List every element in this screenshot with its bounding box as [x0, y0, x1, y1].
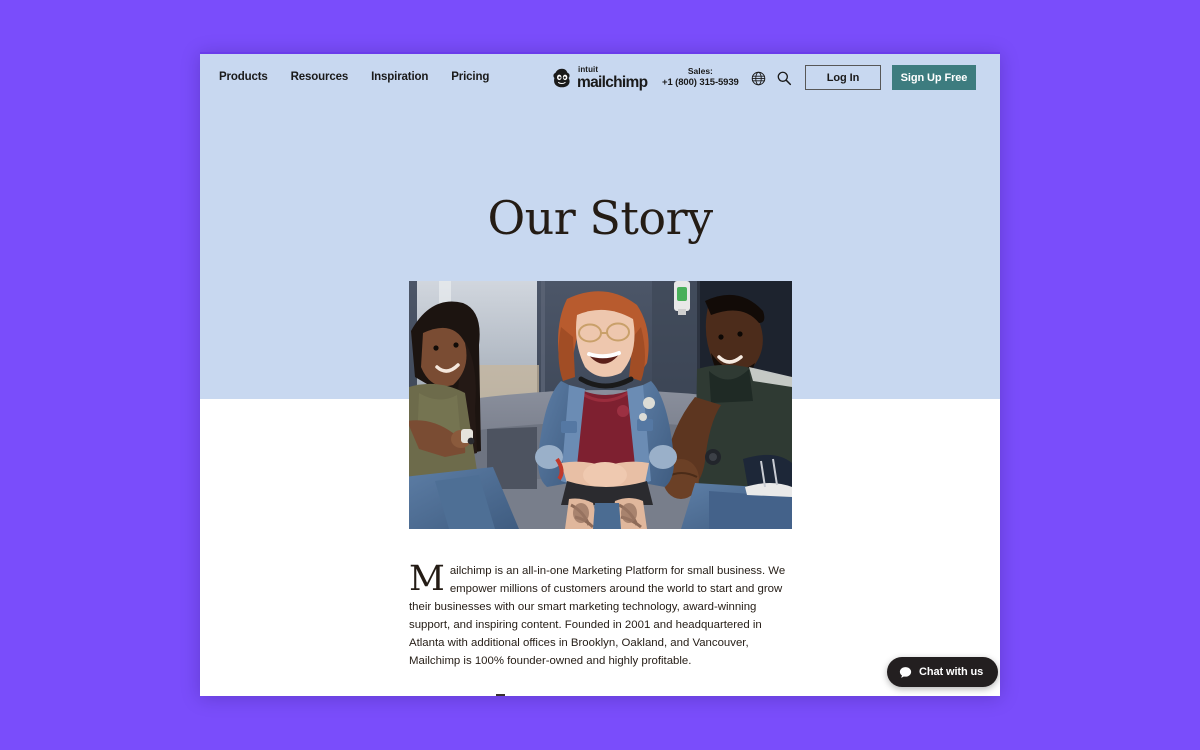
nav-link-inspiration[interactable]: Inspiration: [371, 71, 428, 83]
hero-photo: [409, 281, 792, 529]
below-fold-content-sliver: [496, 694, 505, 696]
page-title: Our Story: [487, 191, 713, 245]
hero-photo-illustration: [409, 281, 792, 529]
search-icon[interactable]: [776, 70, 792, 86]
freddie-monkey-icon: [553, 68, 570, 88]
browser-page-card: Products Resources Inspiration Pricing i…: [200, 52, 1000, 696]
signup-free-button[interactable]: Sign Up Free: [892, 65, 976, 90]
chat-with-us-button[interactable]: Chat with us: [887, 657, 999, 687]
brand-intuit-label: intuit: [578, 65, 599, 74]
chat-widget-label: Chat with us: [919, 666, 984, 678]
sales-label: Sales:: [687, 66, 713, 76]
login-button[interactable]: Log In: [805, 65, 881, 90]
globe-icon[interactable]: [751, 71, 766, 86]
speech-bubble-icon: [899, 666, 912, 678]
intro-paragraph: Mailchimp is an all-in-one Marketing Pla…: [409, 562, 792, 670]
brand-wordmark: intuit mailchimp: [577, 65, 648, 91]
nav-link-products[interactable]: Products: [219, 71, 268, 83]
sales-phone-number[interactable]: +1 (800) 315-5939: [662, 77, 739, 89]
brand-logo[interactable]: intuit mailchimp: [551, 65, 648, 91]
nav-link-pricing[interactable]: Pricing: [451, 71, 489, 83]
intro-body-text: ailchimp is an all-in-one Marketing Plat…: [409, 565, 786, 668]
sales-contact-block: Sales: +1 (800) 315-5939: [662, 66, 739, 89]
intro-dropcap: M: [409, 559, 445, 599]
nav-link-resources[interactable]: Resources: [291, 71, 349, 83]
brand-mailchimp-label: mailchimp: [577, 74, 648, 91]
primary-navigation: Products Resources Inspiration Pricing: [219, 71, 489, 83]
site-header: Products Resources Inspiration Pricing i…: [200, 52, 1000, 99]
